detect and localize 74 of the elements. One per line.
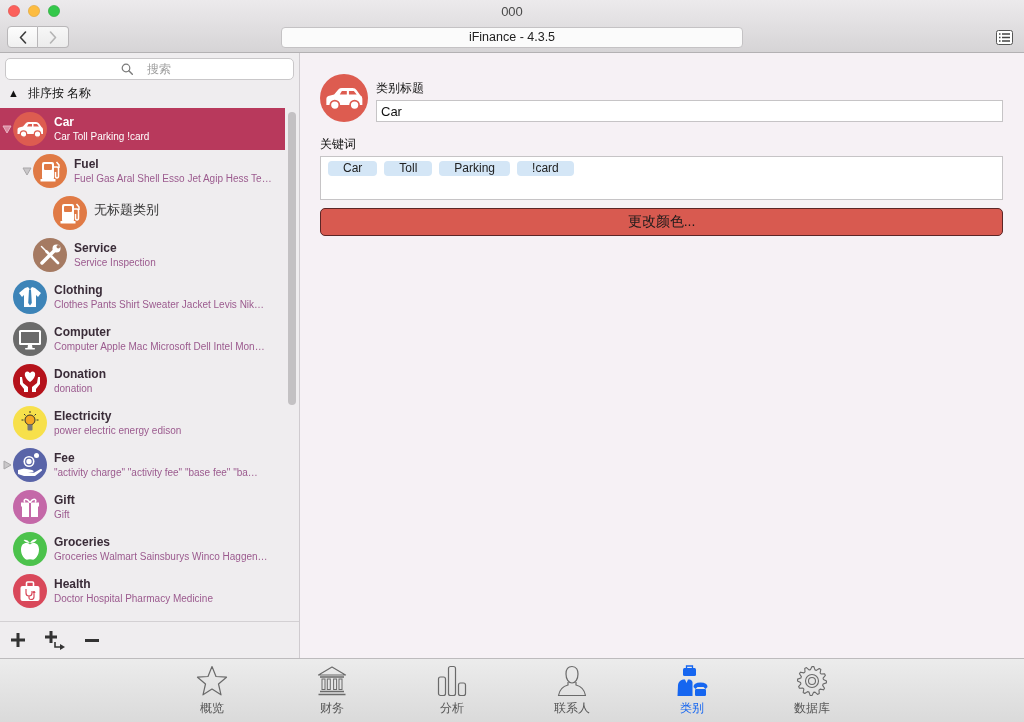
category-title: 无标题类别 [94,201,159,217]
tab[interactable]: 数据库 [752,659,872,722]
window-title: 000 [501,3,523,19]
tab[interactable]: 概览 [152,659,272,722]
category-title-label: 类别标题 [376,81,424,95]
category-keywords: Fuel Gas Aral Shell Esso Jet Agip Hess Te… [74,172,272,185]
category-item[interactable]: Fee "activity charge" "activity fee" "base fee" "ba… [0,444,285,486]
minus-icon[interactable] [85,638,99,642]
disclosure-expanded-icon[interactable] [1,124,12,134]
category-item[interactable]: Car Car Toll Parking !card [0,108,285,150]
disclosure-expanded-icon[interactable] [21,166,32,176]
bank-icon [316,665,348,697]
search-field[interactable]: 搜索 [5,58,294,80]
scrollbar-thumb[interactable] [288,112,296,405]
category-item[interactable]: Computer Computer Apple Mac Microsoft Dell Intel Mon… [0,318,285,360]
keywords-label: 关键词 [320,137,356,151]
category-title: Clothing [54,283,104,298]
category-title: Groceries [54,535,112,550]
category-item[interactable]: Fuel Fuel Gas Aral Shell Esso Jet Agip Hess Te… [0,150,285,192]
plus-arrow-icon[interactable] [45,630,65,650]
category-item[interactable]: 无标题类别 [0,192,285,234]
change-color-button[interactable]: 更改颜色... [320,208,1003,236]
category-title-field[interactable]: Car [376,100,1003,122]
category-keywords: Car Toll Parking !card [54,130,150,143]
category-title: Health [54,577,92,592]
keyword-token[interactable]: Car [328,161,378,176]
search-icon [121,63,133,75]
gear-icon [796,665,828,697]
sort-label[interactable]: 排序按 名称 [27,84,92,102]
category-item[interactable]: Health Doctor Hospital Pharmacy Medicine [0,570,285,612]
category-item[interactable]: Gift Gift [0,486,285,528]
category-item[interactable]: Donation donation [0,360,285,402]
tab[interactable]: 分析 [392,659,512,722]
category-item[interactable]: Service Service Inspection [0,234,285,276]
category-title: Donation [54,367,106,382]
close-icon[interactable] [8,5,20,17]
category-title: Gift [54,493,75,508]
category-title: Computer [54,325,112,340]
category-keywords: Service Inspection [74,256,156,269]
category-item[interactable]: Groceries Groceries Walmart Sainsburys Winco Haggen… [0,528,285,570]
keyword-token[interactable]: Toll [384,161,433,176]
keyword-token[interactable]: !card [517,161,574,176]
category-keywords: Groceries Walmart Sainsburys Winco Haggen… [54,550,268,563]
tab[interactable]: 类别 [632,659,752,722]
category-keywords: donation [54,382,94,395]
star-icon [196,665,228,697]
category-keywords: Gift [54,508,71,521]
minimize-icon[interactable] [28,5,40,17]
plus-icon[interactable] [11,633,25,647]
keywords-field[interactable]: Car Toll Parking !card [320,156,1003,200]
bar-chart-icon [436,665,468,697]
category-keywords: "activity charge" "activity fee" "base fee" "ba… [54,466,258,479]
category-item[interactable]: Clothing Clothes Pants Shirt Sweater Jacket Levis Nik… [0,276,285,318]
category-item[interactable]: Electricity power electric energy edison [0,402,285,444]
tab[interactable]: 财务 [272,659,392,722]
keyword-token[interactable]: Parking [439,161,511,176]
app-title-field: iFinance - 4.3.5 [281,26,743,48]
category-keywords: power electric energy edison [54,424,182,437]
disclosure-collapsed-icon[interactable] [1,460,12,470]
tab[interactable]: 联系人 [512,659,632,722]
category-title: Service [74,241,118,256]
category-keywords: Clothes Pants Shirt Sweater Jacket Levis Nik… [54,298,265,311]
category-title: Fee [54,451,76,466]
back-button[interactable] [7,26,38,48]
list-icon[interactable] [996,29,1013,45]
person-icon [556,665,588,697]
category-title: Fuel [74,157,100,172]
zoom-icon[interactable] [48,5,60,17]
category-title: Car [54,115,75,130]
category-title: Electricity [54,409,113,424]
people-icon [676,665,708,697]
sort-indicator[interactable]: ▲ [8,87,19,99]
category-keywords: Doctor Hospital Pharmacy Medicine [54,592,213,605]
category-keywords: Computer Apple Mac Microsoft Dell Intel Mon… [54,340,265,353]
